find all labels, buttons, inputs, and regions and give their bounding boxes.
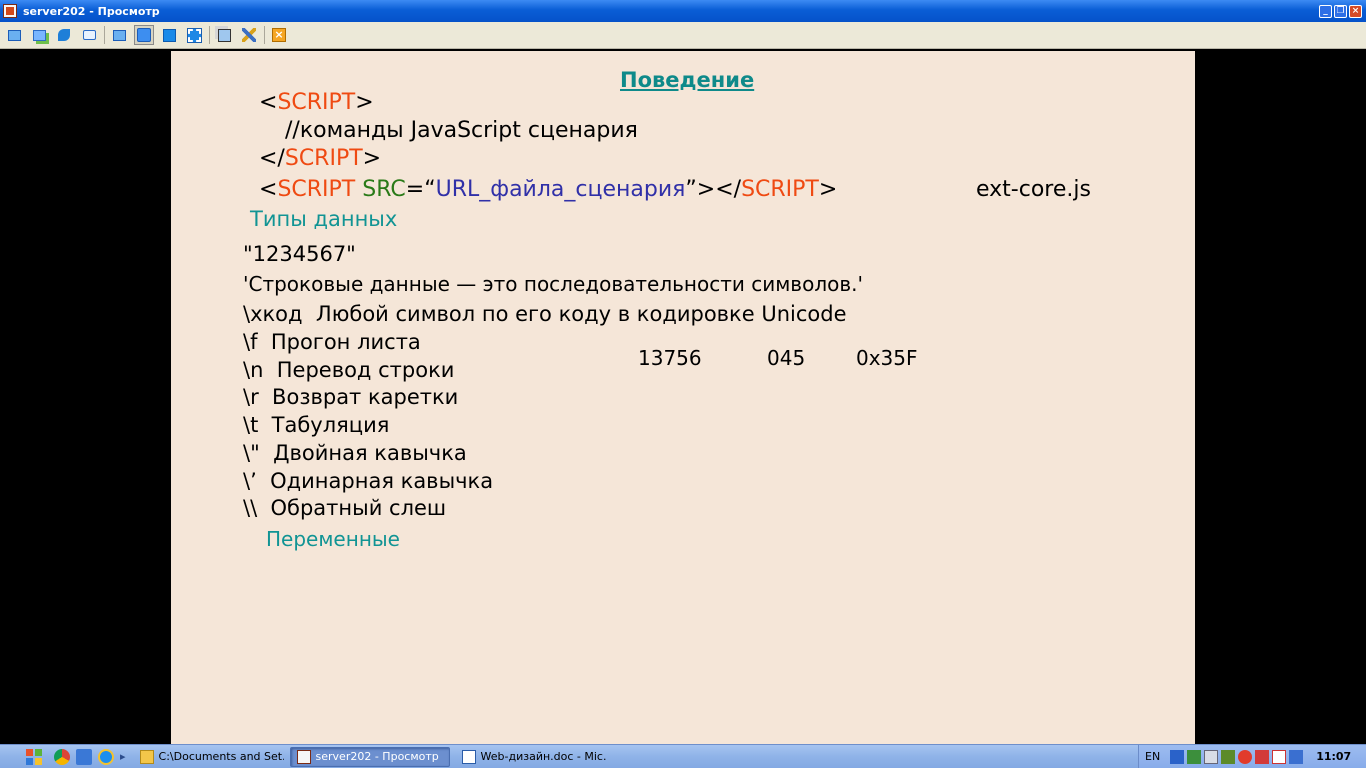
title-bar[interactable]: server202 - Просмотр _ ❐ × (0, 0, 1366, 22)
message-button[interactable] (79, 25, 99, 45)
escape-item: \f Прогон листа (243, 330, 421, 354)
src-end-tag: SCRIPT (741, 177, 819, 202)
escape-item: \xкод Любой символ по его коду в кодиров… (243, 302, 847, 326)
display-icon[interactable] (1289, 749, 1304, 764)
window-mode-button[interactable] (109, 25, 129, 45)
task-word[interactable]: Web-дизайн.doc - Mic... (456, 747, 606, 767)
number-hex: 0x35F (856, 346, 918, 370)
system-tray: EN 11:07 (1138, 745, 1366, 768)
code-line-src: <SCRIPT SRC=“URL_файла_сценария”></SCRIP… (259, 177, 837, 202)
src-eq: =“ (405, 177, 436, 202)
task-label: server202 - Просмотр (315, 750, 439, 763)
multi-monitor-icon (186, 27, 202, 43)
folder-icon (139, 749, 154, 764)
number-octal: 045 (767, 346, 806, 370)
windows-logo-icon (26, 748, 33, 756)
remote-icon[interactable] (1272, 749, 1287, 764)
task-explorer[interactable]: C:\Documents and Set... (134, 747, 284, 767)
language-indicator[interactable]: EN (1145, 750, 1160, 763)
update-icon[interactable] (1221, 749, 1236, 764)
string-example: "1234567" (243, 242, 356, 266)
phone-icon (58, 29, 70, 41)
app-icon[interactable] (3, 4, 17, 18)
number-decimal: 13756 (638, 346, 702, 370)
windows-logo-icon (35, 757, 42, 765)
word-document-icon (461, 749, 476, 764)
shield-icon[interactable] (1255, 749, 1270, 764)
fit-screen-button[interactable] (134, 25, 154, 45)
windows-logo-icon (26, 757, 33, 765)
show-desktop-button[interactable] (4, 25, 24, 45)
code-line-open: <SCRIPT> (259, 90, 374, 115)
message-icon (82, 30, 96, 40)
tools-icon (242, 28, 256, 42)
code-open-gt: > (355, 90, 374, 115)
chrome-icon[interactable] (54, 748, 70, 765)
code-close-gt: > (362, 146, 382, 171)
src-example-file: ext-core.js (976, 177, 1091, 202)
viewer-toolbar: × (0, 22, 1366, 49)
presentation-slide: Поведение <SCRIPT> //команды JavaScript … (171, 51, 1195, 744)
clock[interactable]: 11:07 (1316, 750, 1351, 763)
full-screen-button[interactable] (159, 25, 179, 45)
toolbar-separator (104, 26, 105, 44)
code-open-lt: < (259, 90, 278, 115)
variables-heading: Переменные (266, 527, 400, 551)
clipboard-button[interactable] (214, 25, 234, 45)
multi-monitor-button[interactable] (184, 25, 204, 45)
internet-explorer-icon[interactable] (98, 748, 114, 765)
code-close-tag: SCRIPT (284, 146, 363, 171)
close-button[interactable]: × (1349, 4, 1362, 18)
taskbar: ▸ C:\Documents and Set... server202 - Пр… (0, 744, 1366, 768)
escape-item: \\ Обратный слеш (243, 496, 447, 520)
app-icon (296, 749, 311, 764)
restore-button[interactable]: ❐ (1334, 4, 1347, 18)
escape-item: \r Возврат каретки (243, 385, 459, 409)
escape-item: \t Табуляция (243, 413, 390, 437)
quick-launch-more-icon[interactable]: ▸ (120, 750, 126, 763)
settings-button[interactable] (239, 25, 259, 45)
src-value: URL_файла_сценария (435, 177, 686, 202)
escape-item: \n Перевод строки (243, 358, 455, 382)
disconnect-button[interactable]: × (269, 25, 289, 45)
fit-screen-icon (137, 28, 151, 42)
code-open-tag: SCRIPT (277, 90, 356, 115)
chat-button[interactable] (29, 25, 49, 45)
task-label: C:\Documents and Set... (158, 750, 284, 763)
types-heading: Типы данных (250, 207, 398, 231)
slide-heading: Поведение (620, 68, 755, 92)
src-attr: SRC (362, 177, 406, 202)
call-button[interactable] (54, 25, 74, 45)
task-label: Web-дизайн.doc - Mic... (480, 750, 606, 763)
antivirus-icon[interactable] (1238, 749, 1253, 764)
chat-icon (32, 29, 46, 41)
start-button[interactable] (24, 748, 46, 766)
minimize-button[interactable]: _ (1319, 4, 1332, 18)
escape-item: \" Двойная кавычка (243, 441, 467, 465)
window-icon (112, 29, 126, 41)
code-close-lt: </ (259, 146, 285, 171)
explorer-icon[interactable] (76, 748, 92, 765)
code-comment: //команды JavaScript сценария (285, 118, 638, 143)
clipboard-icon (217, 28, 231, 42)
window-title: server202 - Просмотр (23, 4, 160, 18)
volume-icon[interactable] (1204, 749, 1219, 764)
src-tag: SCRIPT (277, 177, 356, 202)
close-icon: × (272, 28, 286, 42)
monitor-icon (7, 29, 21, 41)
escape-item: \’ Одинарная кавычка (243, 469, 494, 493)
windows-logo-icon (35, 748, 42, 756)
toolbar-separator (264, 26, 265, 44)
src-close: ”></ (685, 177, 742, 202)
code-line-close: </SCRIPT> (259, 146, 381, 171)
task-server-viewer[interactable]: server202 - Просмотр (289, 746, 450, 767)
network-icon[interactable] (1170, 749, 1185, 764)
src-gt: > (818, 177, 838, 202)
string-definition: 'Строковые данные — это последовательнос… (243, 272, 863, 296)
security-icon[interactable] (1187, 749, 1202, 764)
src-lt: < (259, 177, 278, 202)
full-screen-icon (162, 28, 176, 42)
toolbar-separator (209, 26, 210, 44)
